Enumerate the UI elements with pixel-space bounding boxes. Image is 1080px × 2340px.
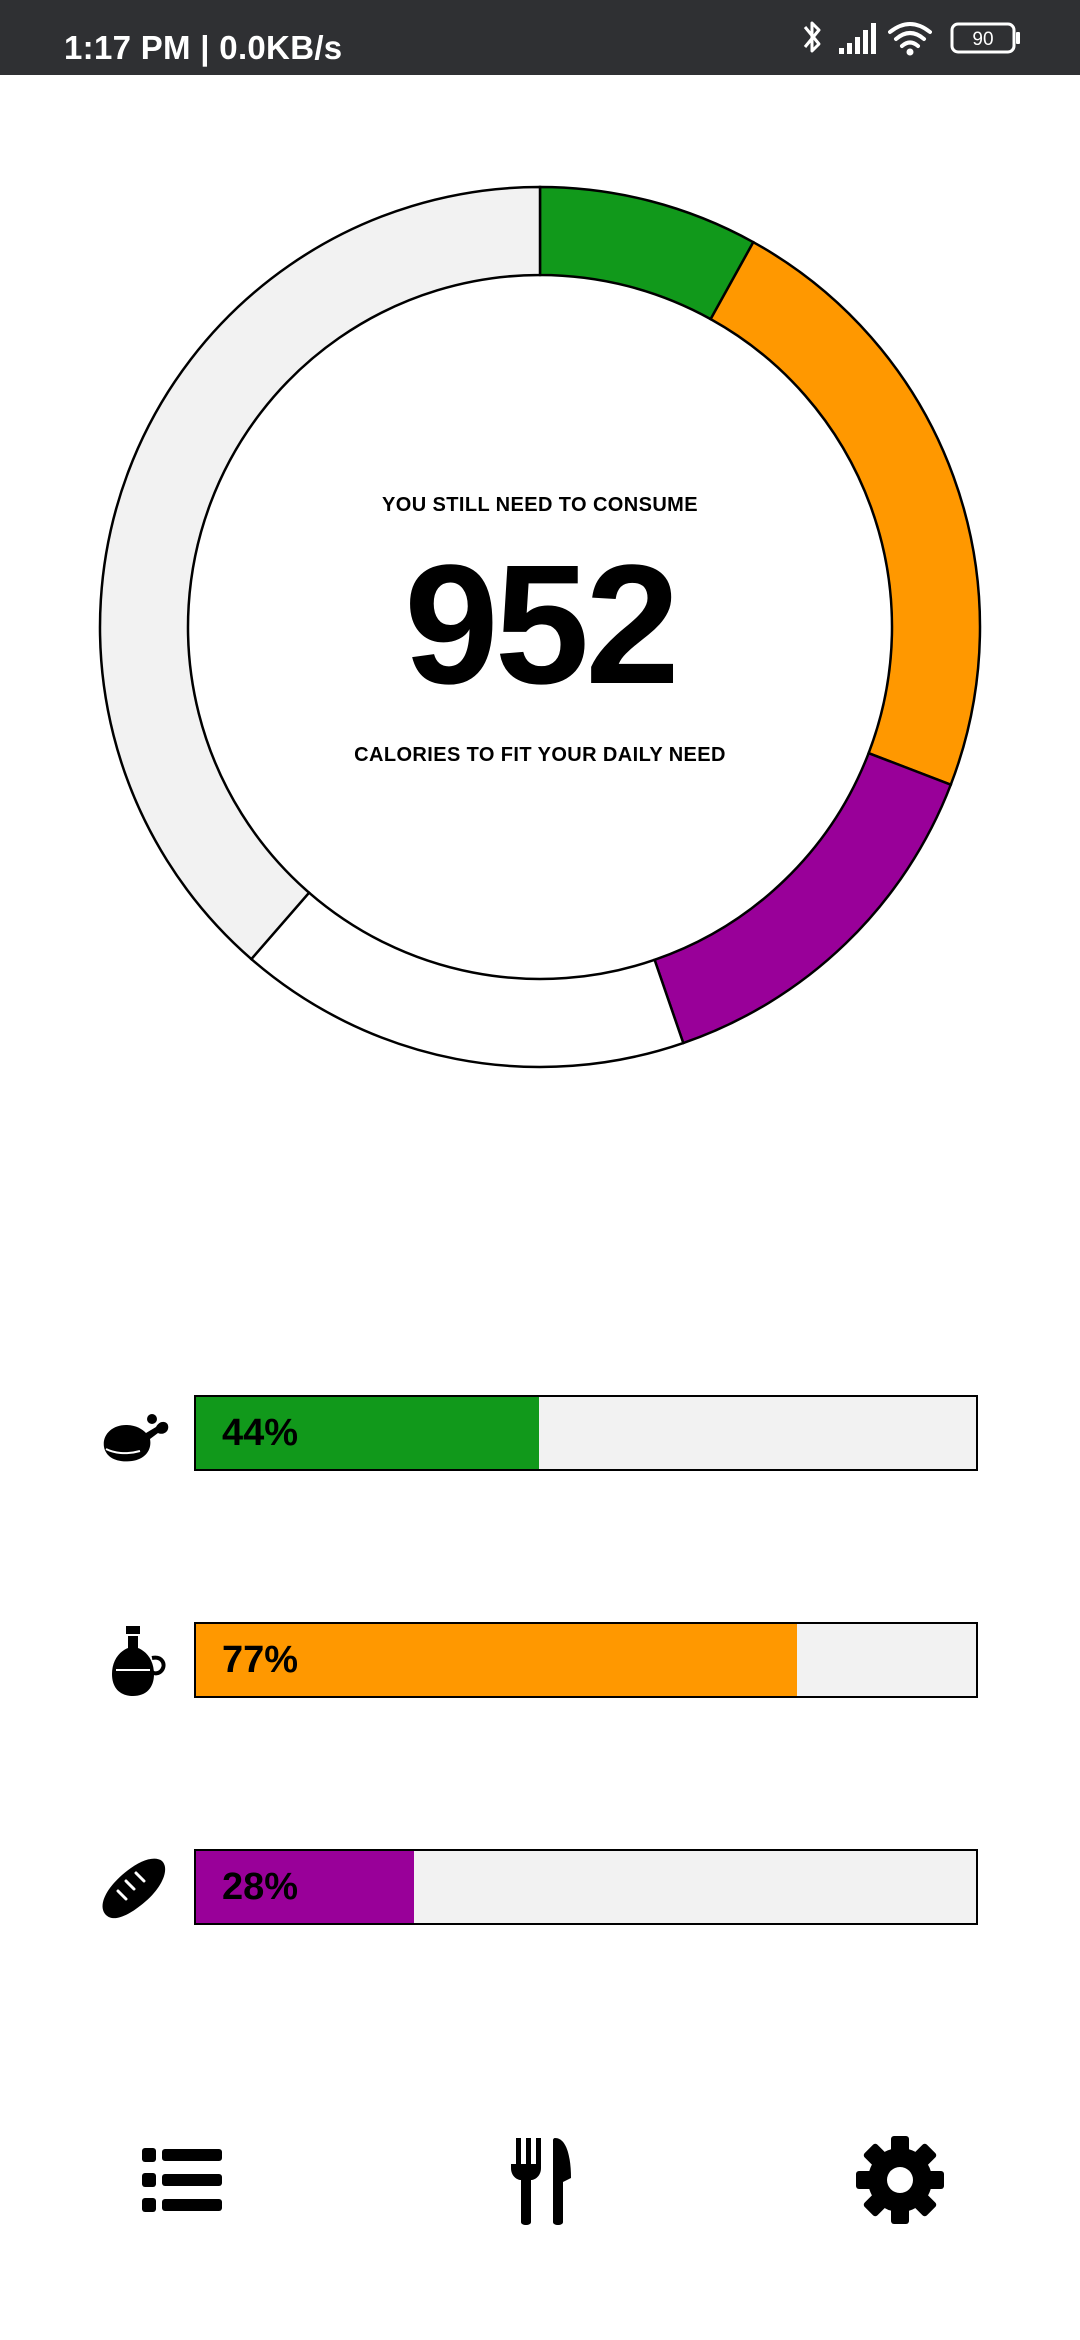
nav-list-button[interactable] <box>132 2130 232 2230</box>
ring-segment-carbs <box>653 751 953 1045</box>
calorie-donut-chart: YOU STILL NEED TO CONSUME 952 CALORIES T… <box>0 75 1080 1095</box>
fat-percent-label: 77% <box>222 1639 299 1681</box>
remaining-heading: YOU STILL NEED TO CONSUME <box>382 494 698 516</box>
protein-progress-bar: 44% <box>194 1395 978 1471</box>
remaining-caption: CALORIES TO FIT YOUR DAILY NEED <box>354 744 726 766</box>
status-time: 1:17 PM | 0.0KB/s <box>64 29 343 66</box>
fat-progress-bar: 77% <box>194 1622 978 1698</box>
remaining-calories-value: 952 <box>404 530 680 720</box>
signal-icon <box>839 23 876 54</box>
battery-icon: 90 <box>950 22 1020 54</box>
carbs-percent-label: 28% <box>222 1866 299 1908</box>
macro-row-protein: 44% <box>0 1395 1080 1475</box>
macro-row-fat: 77% <box>0 1622 1080 1702</box>
oil-bottle-icon <box>112 1626 166 1696</box>
bottom-navigation <box>0 2090 1080 2250</box>
bread-icon <box>102 1858 166 1919</box>
battery-level: 90 <box>972 29 993 50</box>
carbs-progress-bar: 28% <box>194 1849 978 1925</box>
list-icon <box>142 2148 222 2212</box>
wifi-icon <box>888 22 932 56</box>
nav-meals-button[interactable] <box>491 2130 591 2230</box>
status-bar: 1:17 PM | 0.0KB/s 90 <box>0 0 1080 75</box>
settings-gear-icon <box>856 2136 944 2224</box>
nav-settings-button[interactable] <box>850 2130 950 2230</box>
chicken-leg-icon <box>103 1414 169 1462</box>
bluetooth-icon <box>803 21 821 53</box>
protein-percent-label: 44% <box>222 1412 299 1454</box>
ring-segment-remaining-white <box>249 890 685 1069</box>
utensils-icon <box>511 2138 571 2225</box>
macro-row-carbs: 28% <box>0 1849 1080 1929</box>
